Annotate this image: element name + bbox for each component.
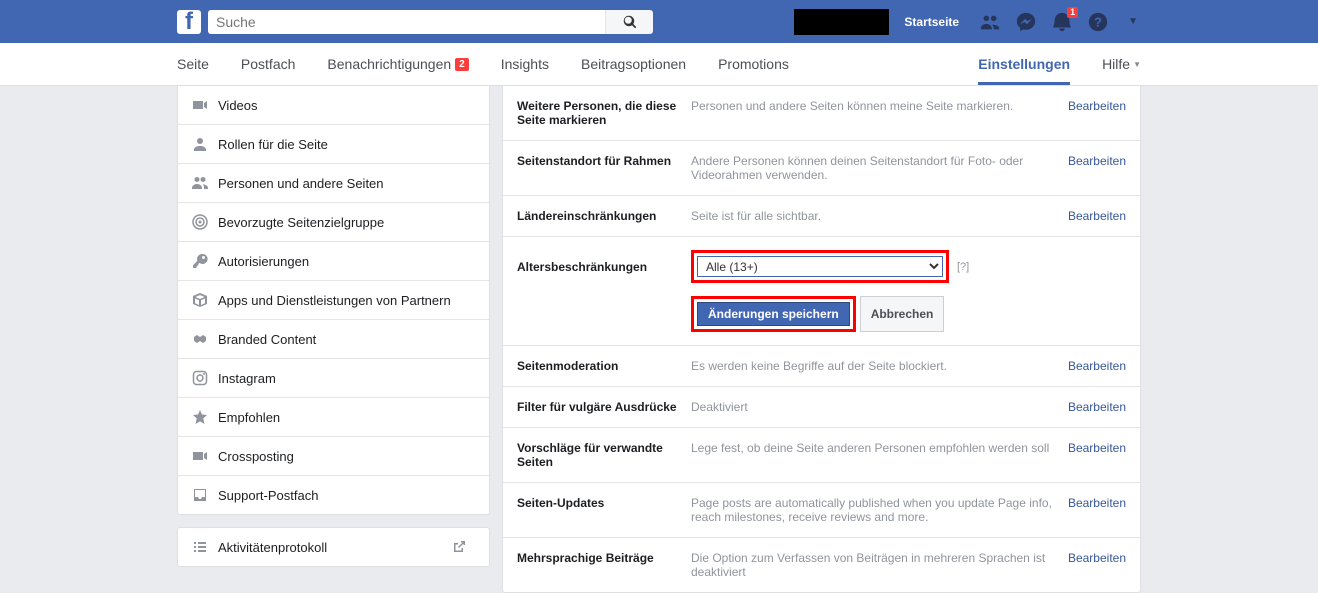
- external-icon: [451, 539, 467, 555]
- edit-link[interactable]: Bearbeiten: [1068, 496, 1126, 524]
- nav-insights[interactable]: Insights: [501, 56, 549, 72]
- facebook-logo[interactable]: f: [177, 10, 201, 34]
- search-button[interactable]: [605, 10, 653, 34]
- sidebar-item-rollen[interactable]: Rollen für die Seite: [178, 125, 489, 164]
- svg-text:?: ?: [1094, 14, 1102, 29]
- cancel-button[interactable]: Abbrechen: [860, 296, 945, 332]
- edit-link[interactable]: Bearbeiten: [1068, 154, 1126, 182]
- row-desc: Andere Personen können deinen Seitenstan…: [691, 154, 1068, 182]
- row-laender: Ländereinschränkungen Seite ist für alle…: [503, 196, 1140, 237]
- top-bar: f Startseite 1 ? ▼: [0, 0, 1318, 43]
- sidebar-item-videos[interactable]: Videos: [178, 86, 489, 125]
- row-desc: Page posts are automatically published w…: [691, 496, 1068, 524]
- row-standort: Seitenstandort für Rahmen Andere Persone…: [503, 141, 1140, 196]
- notif-badge: 1: [1067, 7, 1078, 18]
- instagram-icon: [192, 370, 208, 386]
- edit-link[interactable]: Bearbeiten: [1068, 551, 1126, 579]
- row-mehrsprachig: Mehrsprachige Beiträge Die Option zum Ve…: [503, 538, 1140, 592]
- row-label: Seitenstandort für Rahmen: [517, 154, 691, 182]
- row-label: Weitere Personen, die diese Seite markie…: [517, 99, 691, 127]
- settings-sidebar: Videos Rollen für die Seite Personen und…: [177, 86, 490, 515]
- nav-einstellungen[interactable]: Einstellungen: [978, 56, 1070, 72]
- topbar-right: Startseite 1 ? ▼: [794, 9, 1138, 35]
- sidebar-col: Videos Rollen für die Seite Personen und…: [177, 86, 490, 567]
- row-desc: Die Option zum Verfassen von Beiträgen i…: [691, 551, 1068, 579]
- nav-benachrichtigungen[interactable]: Benachrichtigungen2: [327, 56, 468, 72]
- box-icon: [192, 292, 208, 308]
- row-desc: Deaktiviert: [691, 400, 1068, 414]
- sidebar-item-personen[interactable]: Personen und andere Seiten: [178, 164, 489, 203]
- row-vorschlaege: Vorschläge für verwandte Seiten Lege fes…: [503, 428, 1140, 483]
- video-icon: [192, 97, 208, 113]
- content-area: Videos Rollen für die Seite Personen und…: [0, 86, 1318, 593]
- person-icon: [192, 136, 208, 152]
- sidebar-item-apps[interactable]: Apps und Dienstleistungen von Partnern: [178, 281, 489, 320]
- inbox-icon: [192, 487, 208, 503]
- row-moderation: Seitenmoderation Es werden keine Begriff…: [503, 346, 1140, 387]
- nav-notif-badge: 2: [455, 58, 469, 71]
- sidebar-item-branded[interactable]: Branded Content: [178, 320, 489, 359]
- edit-link[interactable]: Bearbeiten: [1068, 99, 1126, 127]
- row-label: Vorschläge für verwandte Seiten: [517, 441, 691, 469]
- video-icon: [192, 448, 208, 464]
- row-label: Seitenmoderation: [517, 359, 691, 373]
- row-desc: Personen und andere Seiten können meine …: [691, 99, 1068, 127]
- nav-seite[interactable]: Seite: [177, 56, 209, 72]
- save-button-highlight: Änderungen speichern: [691, 296, 856, 332]
- sidebar-item-crossposting[interactable]: Crossposting: [178, 437, 489, 476]
- people-icon: [192, 175, 208, 191]
- row-label: Seiten-Updates: [517, 496, 691, 524]
- key-icon: [192, 253, 208, 269]
- row-alter: Altersbeschränkungen Alle (13+) [?] Ände…: [503, 237, 1140, 346]
- page-nav: Seite Postfach Benachrichtigungen2 Insig…: [0, 43, 1318, 86]
- row-markieren: Weitere Personen, die diese Seite markie…: [503, 86, 1140, 141]
- search-input[interactable]: [208, 10, 605, 34]
- row-desc: Seite ist für alle sichtbar.: [691, 209, 1068, 223]
- row-label: Filter für vulgäre Ausdrücke: [517, 400, 691, 414]
- search-icon: [623, 15, 637, 29]
- settings-panel: Weitere Personen, die diese Seite markie…: [502, 86, 1141, 593]
- sidebar-item-aktivitaet[interactable]: Aktivitätenprotokoll: [178, 528, 489, 566]
- star-icon: [192, 409, 208, 425]
- age-select-highlight: Alle (13+): [691, 250, 949, 283]
- settings-sidebar-2: Aktivitätenprotokoll: [177, 527, 490, 567]
- edit-link[interactable]: Bearbeiten: [1068, 209, 1126, 223]
- age-restriction-select[interactable]: Alle (13+): [697, 256, 943, 277]
- search-wrap: [208, 10, 653, 34]
- top-icons: 1 ? ▼: [979, 11, 1138, 33]
- target-icon: [192, 214, 208, 230]
- row-updates: Seiten-Updates Page posts are automatica…: [503, 483, 1140, 538]
- help-hint[interactable]: [?]: [957, 261, 969, 273]
- save-changes-button[interactable]: Änderungen speichern: [697, 302, 850, 326]
- user-profile-link[interactable]: [794, 9, 889, 35]
- notifications-icon[interactable]: 1: [1051, 11, 1073, 33]
- row-desc: Es werden keine Begriffe auf der Seite b…: [691, 359, 1068, 373]
- list-icon: [192, 539, 208, 555]
- row-label: Altersbeschränkungen: [517, 260, 691, 274]
- sidebar-item-instagram[interactable]: Instagram: [178, 359, 489, 398]
- help-icon[interactable]: ?: [1087, 11, 1109, 33]
- nav-beitragsoptionen[interactable]: Beitragsoptionen: [581, 56, 686, 72]
- sidebar-item-zielgruppe[interactable]: Bevorzugte Seitenzielgruppe: [178, 203, 489, 242]
- sidebar-item-support[interactable]: Support-Postfach: [178, 476, 489, 514]
- nav-promotions[interactable]: Promotions: [718, 56, 789, 72]
- account-menu-caret[interactable]: ▼: [1128, 16, 1138, 27]
- nav-postfach[interactable]: Postfach: [241, 56, 295, 72]
- edit-link[interactable]: Bearbeiten: [1068, 359, 1126, 373]
- edit-link[interactable]: Bearbeiten: [1068, 441, 1126, 469]
- row-vulgaer: Filter für vulgäre Ausdrücke Deaktiviert…: [503, 387, 1140, 428]
- sidebar-item-autorisierungen[interactable]: Autorisierungen: [178, 242, 489, 281]
- handshake-icon: [192, 331, 208, 347]
- nav-hilfe[interactable]: Hilfe▼: [1102, 56, 1141, 72]
- row-label: Mehrsprachige Beiträge: [517, 551, 691, 579]
- friend-requests-icon[interactable]: [979, 11, 1001, 33]
- edit-link[interactable]: Bearbeiten: [1068, 400, 1126, 414]
- row-desc: Lege fest, ob deine Seite anderen Person…: [691, 441, 1068, 469]
- messenger-icon[interactable]: [1015, 11, 1037, 33]
- sidebar-item-empfohlen[interactable]: Empfohlen: [178, 398, 489, 437]
- row-label: Ländereinschränkungen: [517, 209, 691, 223]
- home-link[interactable]: Startseite: [904, 15, 959, 29]
